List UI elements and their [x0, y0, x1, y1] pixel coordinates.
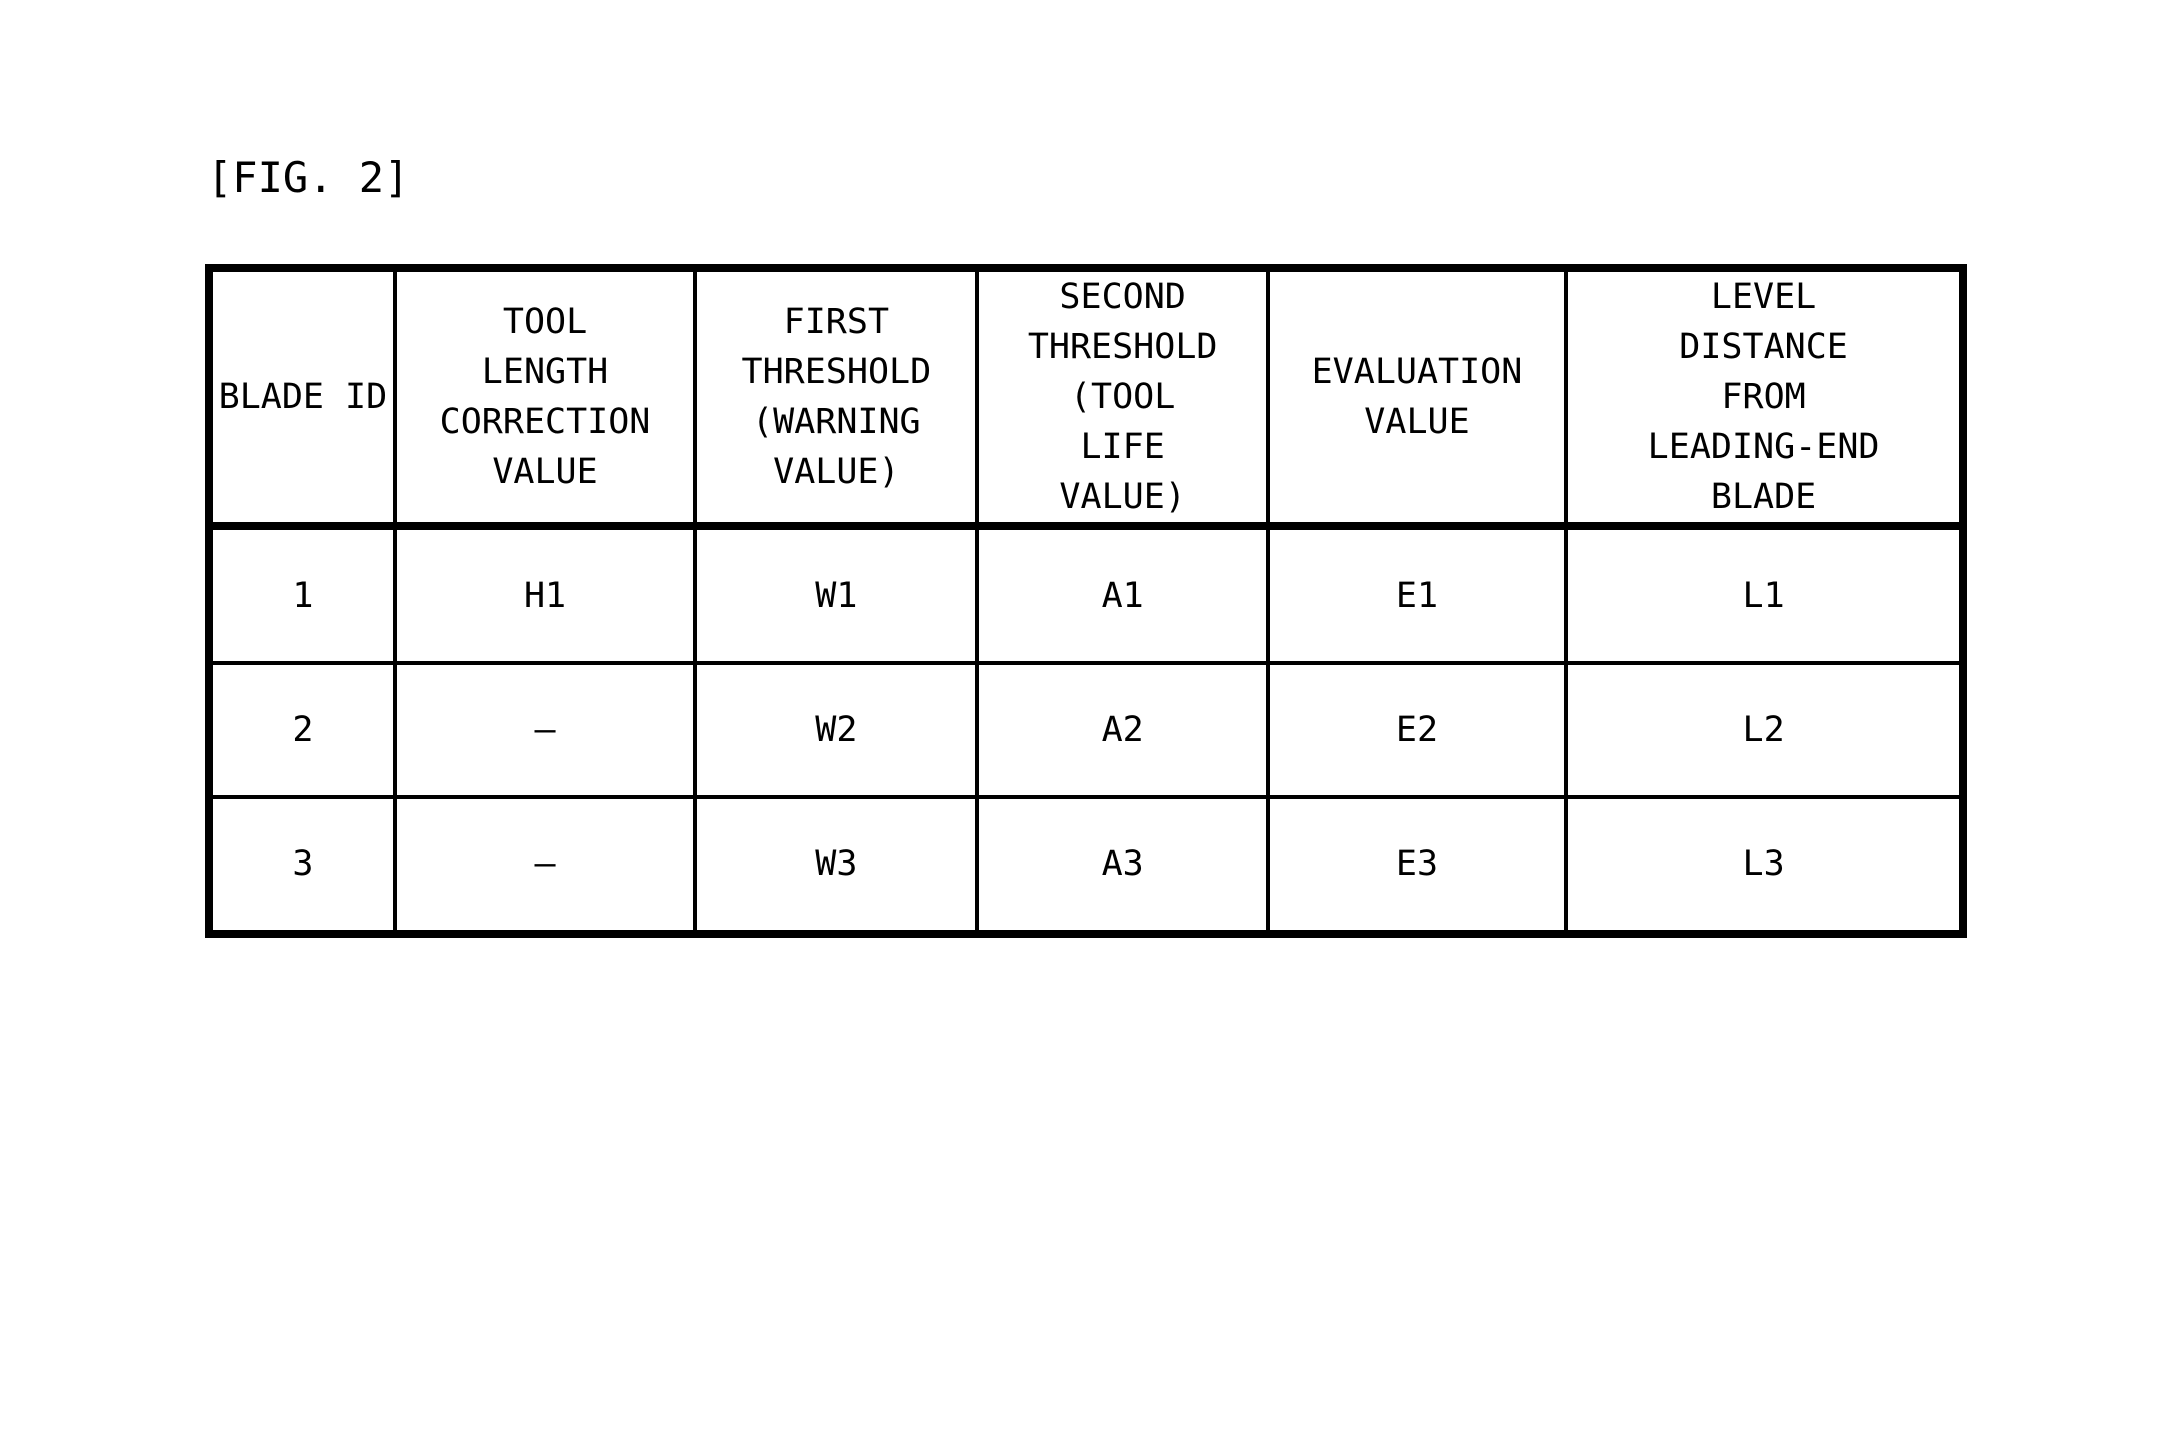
table-header: BLADE ID TOOL LENGTH CORRECTION VALUE FI…: [207, 266, 1965, 530]
cell-blade-id: 3: [207, 794, 397, 937]
cell-evaluation-value: E2: [1265, 661, 1569, 799]
column-header-level-distance-from-leading-end-blade: LEVEL DISTANCE FROM LEADING-END BLADE: [1564, 266, 1965, 530]
cell-level-distance: L3: [1564, 794, 1965, 937]
column-header-evaluation-value: EVALUATION VALUE: [1265, 266, 1569, 530]
column-header-blade-id: BLADE ID: [207, 266, 397, 530]
cell-tool-length-correction: H1: [392, 523, 698, 666]
cell-blade-id: 1: [207, 523, 397, 666]
column-header-first-threshold: FIRST THRESHOLD (WARNING VALUE): [693, 266, 980, 530]
cell-tool-length-correction: —: [392, 661, 698, 799]
cell-first-threshold: W3: [693, 794, 980, 937]
table-body: 1 H1 W1 A1 E1 L1 2 — W2 A2 E2 L2 3 — W3 …: [207, 523, 1965, 937]
figure-page: [FIG. 2] BLADE ID TOOL LENGTH CORRECTION…: [0, 0, 2184, 1453]
cell-evaluation-value: E3: [1265, 794, 1569, 937]
cell-level-distance: L1: [1564, 523, 1965, 666]
cell-level-distance: L2: [1564, 661, 1965, 799]
table-row: 3 — W3 A3 E3 L3: [207, 794, 1965, 937]
cell-second-threshold: A2: [975, 661, 1270, 799]
table-row: 2 — W2 A2 E2 L2: [207, 661, 1965, 799]
figure-label: [FIG. 2]: [207, 153, 410, 202]
blade-parameter-table: BLADE ID TOOL LENGTH CORRECTION VALUE FI…: [205, 264, 1967, 938]
cell-blade-id: 2: [207, 661, 397, 799]
table-header-row: BLADE ID TOOL LENGTH CORRECTION VALUE FI…: [207, 266, 1965, 530]
figure-table-container: BLADE ID TOOL LENGTH CORRECTION VALUE FI…: [205, 264, 1967, 938]
cell-first-threshold: W1: [693, 523, 980, 666]
cell-tool-length-correction: —: [392, 794, 698, 937]
table-row: 1 H1 W1 A1 E1 L1: [207, 523, 1965, 666]
cell-first-threshold: W2: [693, 661, 980, 799]
cell-second-threshold: A1: [975, 523, 1270, 666]
column-header-tool-length-correction-value: TOOL LENGTH CORRECTION VALUE: [392, 266, 698, 530]
cell-second-threshold: A3: [975, 794, 1270, 937]
column-header-second-threshold: SECOND THRESHOLD (TOOL LIFE VALUE): [975, 266, 1270, 530]
cell-evaluation-value: E1: [1265, 523, 1569, 666]
